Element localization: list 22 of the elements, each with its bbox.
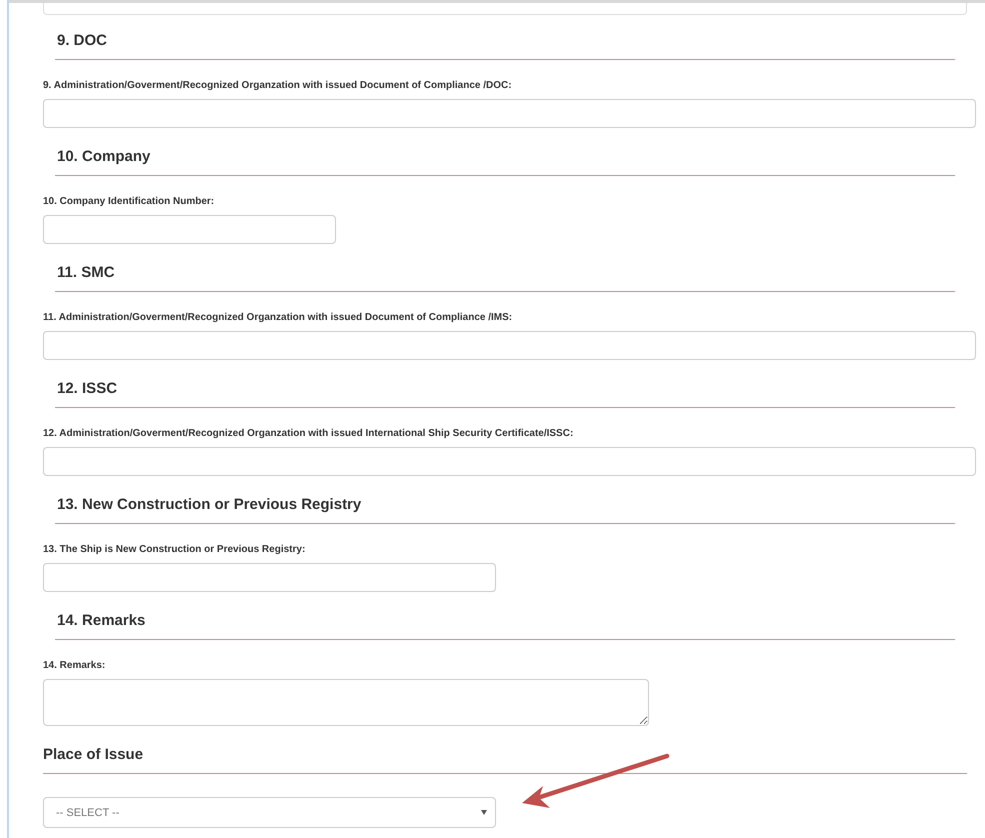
text-area[interactable] <box>43 679 649 726</box>
section-heading: 14. Remarks <box>57 611 146 631</box>
input-field[interactable] <box>43 2 967 15</box>
input-field[interactable] <box>43 331 976 360</box>
section-heading: 11. SMC <box>57 263 115 283</box>
section-heading: 9. DOC <box>57 31 108 51</box>
field-label: 11. Administration/Goverment/Recognized Organzation with issued Document of Compliance /IMS: <box>43 311 514 325</box>
input-field[interactable] <box>43 215 336 244</box>
section-heading: Place of Issue <box>43 745 144 765</box>
field-label: 13. The Ship is New Construction or Previous Registry: <box>43 543 306 557</box>
field-label: 14. Remarks: <box>43 659 106 673</box>
section-heading: 10. Company <box>57 147 150 167</box>
input-field[interactable] <box>43 447 976 476</box>
field-label: 9. Administration/Goverment/Recognized Organzation with issued Document of Compliance /DOC: <box>43 79 513 93</box>
caret-icon <box>481 810 487 815</box>
field-label: 10. Company Identification Number: <box>43 195 216 209</box>
field-label: 12. Administration/Goverment/Recognized Organzation with issued International Ship Security Certificate/ISSC: <box>43 427 574 441</box>
select-dropdown[interactable]: -- SELECT -- <box>43 797 496 828</box>
section-heading: 12. ISSC <box>57 379 118 399</box>
section-heading: 13. New Construction or Previous Registry <box>57 495 362 515</box>
input-field[interactable] <box>43 99 976 128</box>
input-field[interactable] <box>43 563 496 592</box>
